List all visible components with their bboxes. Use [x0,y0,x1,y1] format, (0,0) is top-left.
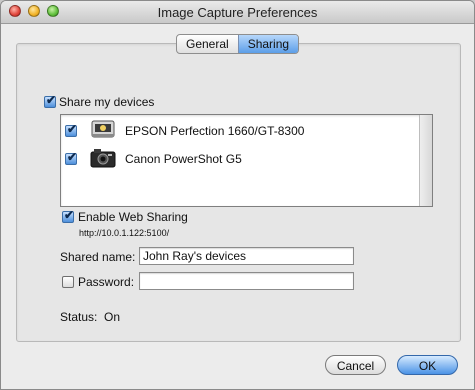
share-devices-label: Share my devices [59,95,155,109]
status-label: Status: [60,310,98,324]
web-sharing-url: http://10.0.1.122:5100/ [79,228,170,238]
device-name-epson: EPSON Perfection 1660/GT-8300 [125,124,305,138]
device-checkbox-epson[interactable] [65,122,77,137]
password-checkbox[interactable] [62,276,74,288]
status-value: On [104,310,121,324]
scanner-icon [91,120,115,138]
cancel-button[interactable]: Cancel [325,355,386,375]
camera-icon [90,149,116,168]
shared-name-input[interactable]: John Ray's devices [139,247,354,265]
share-devices-checkbox[interactable] [44,93,56,108]
password-label: Password: [78,275,135,289]
ok-button[interactable]: OK [397,355,458,375]
preferences-tabs: General Sharing [176,34,300,54]
preferences-window: Image Capture Preferences General Sharin… [0,0,475,390]
device-name-canon: Canon PowerShot G5 [125,152,242,166]
web-sharing-label: Enable Web Sharing [78,210,188,224]
window-title: Image Capture Preferences [157,5,318,20]
device-checkbox-canon[interactable] [65,150,77,165]
device-list-scrollbar[interactable] [419,115,432,206]
title-bar[interactable]: Image Capture Preferences [1,1,474,24]
tab-sharing[interactable]: Sharing [237,35,299,53]
tab-general[interactable]: General [177,35,238,53]
password-input[interactable] [139,272,354,290]
web-sharing-checkbox[interactable] [62,208,74,223]
shared-name-label: Shared name: [60,250,136,264]
